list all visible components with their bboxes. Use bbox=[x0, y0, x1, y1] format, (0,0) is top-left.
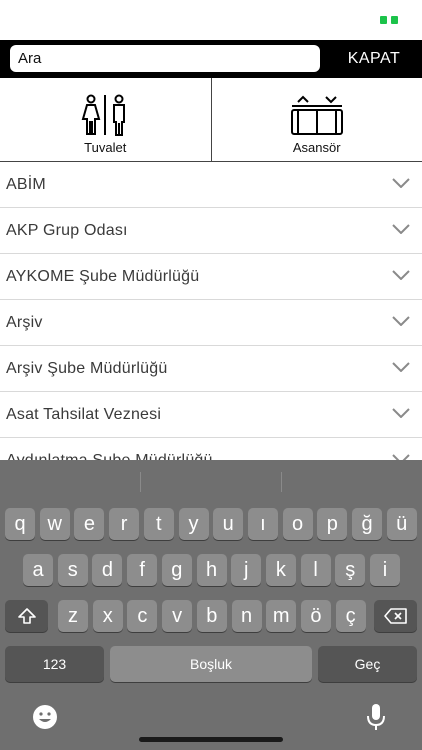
key-letter[interactable]: l bbox=[300, 554, 331, 586]
home-indicator bbox=[139, 737, 283, 742]
key-letter[interactable]: r bbox=[109, 508, 140, 540]
key-letter[interactable]: ö bbox=[300, 600, 331, 632]
key-letter[interactable]: ç bbox=[335, 600, 366, 632]
list-item-label: ABİM bbox=[6, 175, 46, 193]
key-letter[interactable]: c bbox=[127, 600, 158, 632]
elevator-icon bbox=[290, 95, 343, 135]
list-item[interactable]: Arşiv bbox=[0, 300, 422, 346]
numbers-key[interactable]: 123 bbox=[5, 646, 104, 682]
suggestion-bar[interactable] bbox=[0, 460, 422, 498]
key-letter[interactable]: q bbox=[5, 508, 35, 540]
list-item-label: Aydınlatma Şube Müdürlüğü bbox=[6, 451, 213, 461]
key-letter[interactable]: x bbox=[92, 600, 123, 632]
key-letter[interactable]: t bbox=[143, 508, 174, 540]
search-bar: KAPAT bbox=[0, 40, 422, 78]
backspace-icon bbox=[383, 608, 407, 624]
key-letter[interactable]: k bbox=[265, 554, 296, 586]
list-item-label: AKP Grup Odası bbox=[6, 221, 128, 239]
list-item[interactable]: Asat Tahsilat Veznesi bbox=[0, 392, 422, 438]
key-letter[interactable]: ğ bbox=[352, 508, 382, 540]
key-letter[interactable]: v bbox=[162, 600, 193, 632]
suggestion-divider bbox=[140, 472, 141, 492]
key-letter[interactable]: f bbox=[127, 554, 158, 586]
key-letter[interactable]: o bbox=[282, 508, 313, 540]
shift-icon bbox=[17, 608, 36, 624]
emoji-icon[interactable] bbox=[31, 703, 59, 731]
chevron-down-icon bbox=[392, 316, 410, 326]
restroom-label: Tuvalet bbox=[84, 140, 127, 155]
list-item-label: AYKOME Şube Müdürlüğü bbox=[6, 267, 200, 285]
key-letter[interactable]: ş bbox=[335, 554, 366, 586]
key-letter[interactable]: b bbox=[196, 600, 227, 632]
list-item-label: Asat Tahsilat Veznesi bbox=[6, 405, 162, 423]
suggestion-divider bbox=[281, 472, 282, 492]
key-letter[interactable]: a bbox=[23, 554, 53, 586]
restroom-tile[interactable]: Tuvalet bbox=[0, 78, 211, 161]
list-item[interactable]: Arşiv Şube Müdürlüğü bbox=[0, 346, 422, 392]
key-letter[interactable]: z bbox=[58, 600, 88, 632]
key-letter[interactable]: h bbox=[196, 554, 227, 586]
key-letter[interactable]: d bbox=[92, 554, 123, 586]
list-item[interactable]: ABİM bbox=[0, 162, 422, 208]
backspace-key[interactable] bbox=[374, 600, 417, 632]
chevron-down-icon bbox=[392, 224, 410, 234]
key-letter[interactable]: e bbox=[74, 508, 105, 540]
key-letter[interactable]: w bbox=[39, 508, 70, 540]
list-item-label: Arşiv Şube Müdürlüğü bbox=[6, 359, 168, 377]
quick-tiles: Tuvalet Asansör bbox=[0, 78, 422, 162]
list-item[interactable]: AKP Grup Odası bbox=[0, 208, 422, 254]
chevron-down-icon bbox=[392, 178, 410, 188]
shift-key[interactable] bbox=[5, 600, 48, 632]
key-letter[interactable]: n bbox=[231, 600, 262, 632]
status-bar bbox=[0, 0, 422, 40]
close-button[interactable]: KAPAT bbox=[326, 40, 422, 78]
key-letter[interactable]: j bbox=[231, 554, 262, 586]
key-letter[interactable]: u bbox=[213, 508, 244, 540]
elevator-label: Asansör bbox=[292, 140, 341, 155]
search-input[interactable] bbox=[10, 45, 320, 72]
return-key[interactable]: Geç bbox=[318, 646, 417, 682]
microphone-icon[interactable] bbox=[366, 702, 386, 732]
key-letter[interactable]: ı bbox=[247, 508, 278, 540]
list-item[interactable]: Aydınlatma Şube Müdürlüğü bbox=[0, 438, 422, 460]
battery-icon bbox=[380, 16, 400, 24]
list-item[interactable]: AYKOME Şube Müdürlüğü bbox=[0, 254, 422, 300]
restroom-icon bbox=[81, 94, 126, 136]
key-letter[interactable]: i bbox=[370, 554, 400, 586]
keyboard: qwertyuıopğü asdfghjklşi zxcvbnmöç 123 Boş… bbox=[0, 460, 422, 750]
chevron-down-icon bbox=[392, 408, 410, 418]
key-letter[interactable]: y bbox=[178, 508, 209, 540]
space-key[interactable]: Boşluk bbox=[110, 646, 312, 682]
key-letter[interactable]: p bbox=[317, 508, 348, 540]
key-letter[interactable]: g bbox=[161, 554, 192, 586]
key-letter[interactable]: s bbox=[57, 554, 88, 586]
chevron-down-icon bbox=[392, 362, 410, 372]
list-item-label: Arşiv bbox=[6, 313, 43, 331]
chevron-down-icon bbox=[392, 270, 410, 280]
poi-list[interactable]: ABİM AKP Grup Odası AYKOME Şube Müdürlüğ… bbox=[0, 162, 422, 460]
key-letter[interactable]: m bbox=[266, 600, 297, 632]
key-letter[interactable]: ü bbox=[386, 508, 417, 540]
elevator-tile[interactable]: Asansör bbox=[210, 78, 422, 161]
